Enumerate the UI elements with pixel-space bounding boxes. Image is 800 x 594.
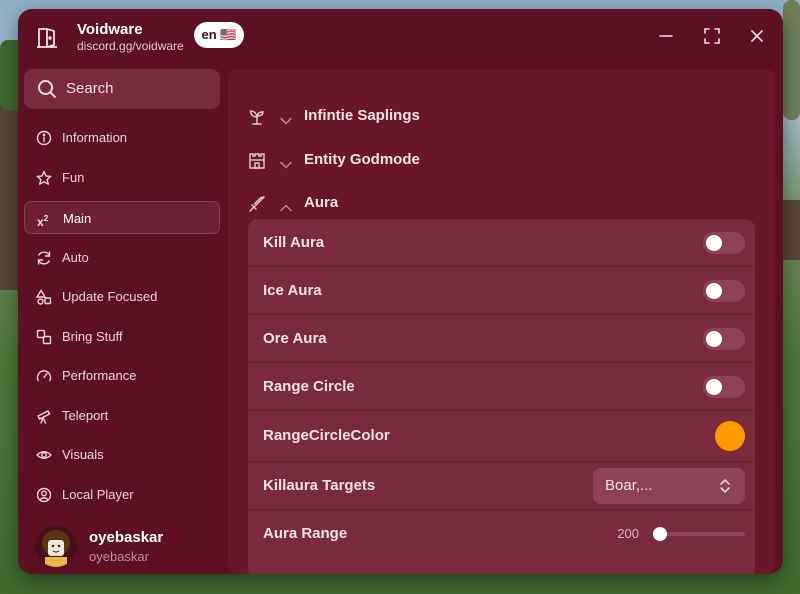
toggle-knob (706, 235, 722, 251)
dropdown-value: Boar,... (605, 477, 653, 494)
background-tree-trunk (783, 200, 800, 260)
sidebar-item-update-focused[interactable]: Update Focused (24, 280, 220, 313)
setting-label: RangeCircleColor (263, 427, 390, 444)
sidebar-item-label: Bring Stuff (62, 329, 123, 344)
sidebar-item-label: Performance (62, 368, 137, 383)
telescope-icon (36, 408, 52, 424)
slider-handle[interactable] (653, 527, 668, 541)
setting-row-killaura-targets: Killaura Targets Boar,... (248, 462, 755, 510)
search-input[interactable]: Search (24, 69, 220, 109)
aura-range-value: 200 (617, 526, 639, 541)
setting-label: Range Circle (263, 378, 355, 395)
user-handle: oyebaskar (89, 549, 149, 564)
boxes-icon (36, 329, 52, 345)
section-infinite-saplings[interactable]: Infintie Saplings (228, 98, 775, 134)
chevron-updown-icon (719, 477, 731, 500)
ore-aura-toggle[interactable] (703, 328, 745, 350)
user-circle-icon (36, 487, 52, 503)
main-panel: Infintie Saplings Entity Godmode Aura Ki… (228, 69, 775, 574)
star-icon (36, 170, 52, 186)
sidebar-item-label: Local Player (62, 487, 134, 502)
toggle-knob (706, 331, 722, 347)
minimize-icon (659, 35, 673, 37)
sidebar-item-label: Update Focused (62, 289, 158, 304)
castle-icon (248, 152, 266, 170)
setting-label: Kill Aura (263, 234, 325, 251)
gauge-icon (36, 368, 52, 384)
sidebar-item-main[interactable]: x2 Main (24, 201, 220, 234)
section-label: Infintie Saplings (304, 107, 420, 124)
setting-row-range-circle-color: RangeCircleColor (248, 411, 755, 462)
sword-icon (248, 195, 266, 213)
chevron-down-icon (280, 156, 292, 174)
sidebar-item-information[interactable]: Information (24, 121, 220, 154)
sidebar-item-auto[interactable]: Auto (24, 241, 220, 274)
minimize-button[interactable] (656, 26, 676, 46)
sidebar-item-label: Information (62, 130, 128, 145)
eye-icon (35, 447, 53, 463)
language-selector[interactable]: en 🇺🇸 (194, 22, 244, 48)
x2-icon: x2 (37, 214, 49, 229)
setting-label: Killaura Targets (263, 477, 376, 494)
sidebar-item-performance[interactable]: Performance (24, 359, 220, 392)
setting-row-aura-range: Aura Range 200 (248, 510, 755, 558)
sidebar-item-label: Main (63, 211, 92, 226)
sidebar-item-fun[interactable]: Fun (24, 161, 220, 194)
sidebar-item-label: Fun (62, 170, 85, 185)
search-icon (37, 79, 57, 104)
maximize-icon (704, 28, 720, 44)
chevron-up-icon (280, 199, 292, 217)
chevron-down-icon (280, 112, 292, 130)
aura-range-slider[interactable] (653, 527, 745, 541)
avatar (35, 525, 77, 567)
range-circle-color-swatch[interactable] (715, 421, 745, 451)
shapes-icon (35, 289, 52, 305)
app-window: Voidware discord.gg/voidware en 🇺🇸 Searc… (18, 9, 783, 574)
search-placeholder: Search (66, 80, 114, 97)
sidebar-item-visuals[interactable]: Visuals (24, 438, 220, 471)
refresh-icon (36, 250, 52, 266)
maximize-button[interactable] (702, 26, 722, 46)
toggle-knob (706, 283, 722, 299)
setting-row-range-circle: Range Circle (248, 363, 755, 411)
setting-row-ice-aura: Ice Aura (248, 267, 755, 315)
section-entity-godmode[interactable]: Entity Godmode (228, 142, 775, 178)
user-profile[interactable]: oyebaskar oyebaskar (24, 519, 220, 571)
app-subtitle: discord.gg/voidware (77, 39, 184, 53)
sidebar-item-label: Teleport (62, 408, 109, 423)
setting-row-ore-aura: Ore Aura (248, 315, 755, 363)
sidebar-item-local-player[interactable]: Local Player (24, 478, 220, 511)
close-icon (751, 30, 763, 42)
background-foliage (783, 0, 800, 120)
range-circle-toggle[interactable] (703, 376, 745, 398)
app-title: Voidware (77, 21, 143, 38)
setting-label: Ice Aura (263, 282, 322, 299)
ice-aura-toggle[interactable] (703, 280, 745, 302)
info-icon (36, 130, 52, 146)
door-logo-icon (36, 25, 58, 49)
aura-settings-panel: Kill Aura Ice Aura Ore Aura Range Circle… (248, 219, 755, 574)
killaura-targets-dropdown[interactable]: Boar,... (593, 468, 745, 504)
sidebar: Search Information Fun x2 Main Auto Upda… (24, 69, 222, 574)
setting-label: Ore Aura (263, 330, 327, 347)
toggle-knob (706, 379, 722, 395)
sidebar-item-teleport[interactable]: Teleport (24, 399, 220, 432)
section-label: Entity Godmode (304, 151, 420, 168)
close-button[interactable] (747, 26, 767, 46)
title-bar: Voidware discord.gg/voidware en 🇺🇸 (18, 9, 783, 67)
section-label: Aura (304, 194, 339, 211)
sidebar-item-bring-stuff[interactable]: Bring Stuff (24, 320, 220, 353)
sprout-icon (248, 108, 266, 126)
setting-row-kill-aura: Kill Aura (248, 219, 755, 267)
section-aura[interactable]: Aura (228, 185, 775, 221)
sidebar-item-label: Auto (62, 250, 89, 265)
sidebar-item-label: Visuals (62, 447, 104, 462)
user-name: oyebaskar (89, 529, 164, 546)
setting-label: Aura Range (263, 525, 348, 542)
kill-aura-toggle[interactable] (703, 232, 745, 254)
